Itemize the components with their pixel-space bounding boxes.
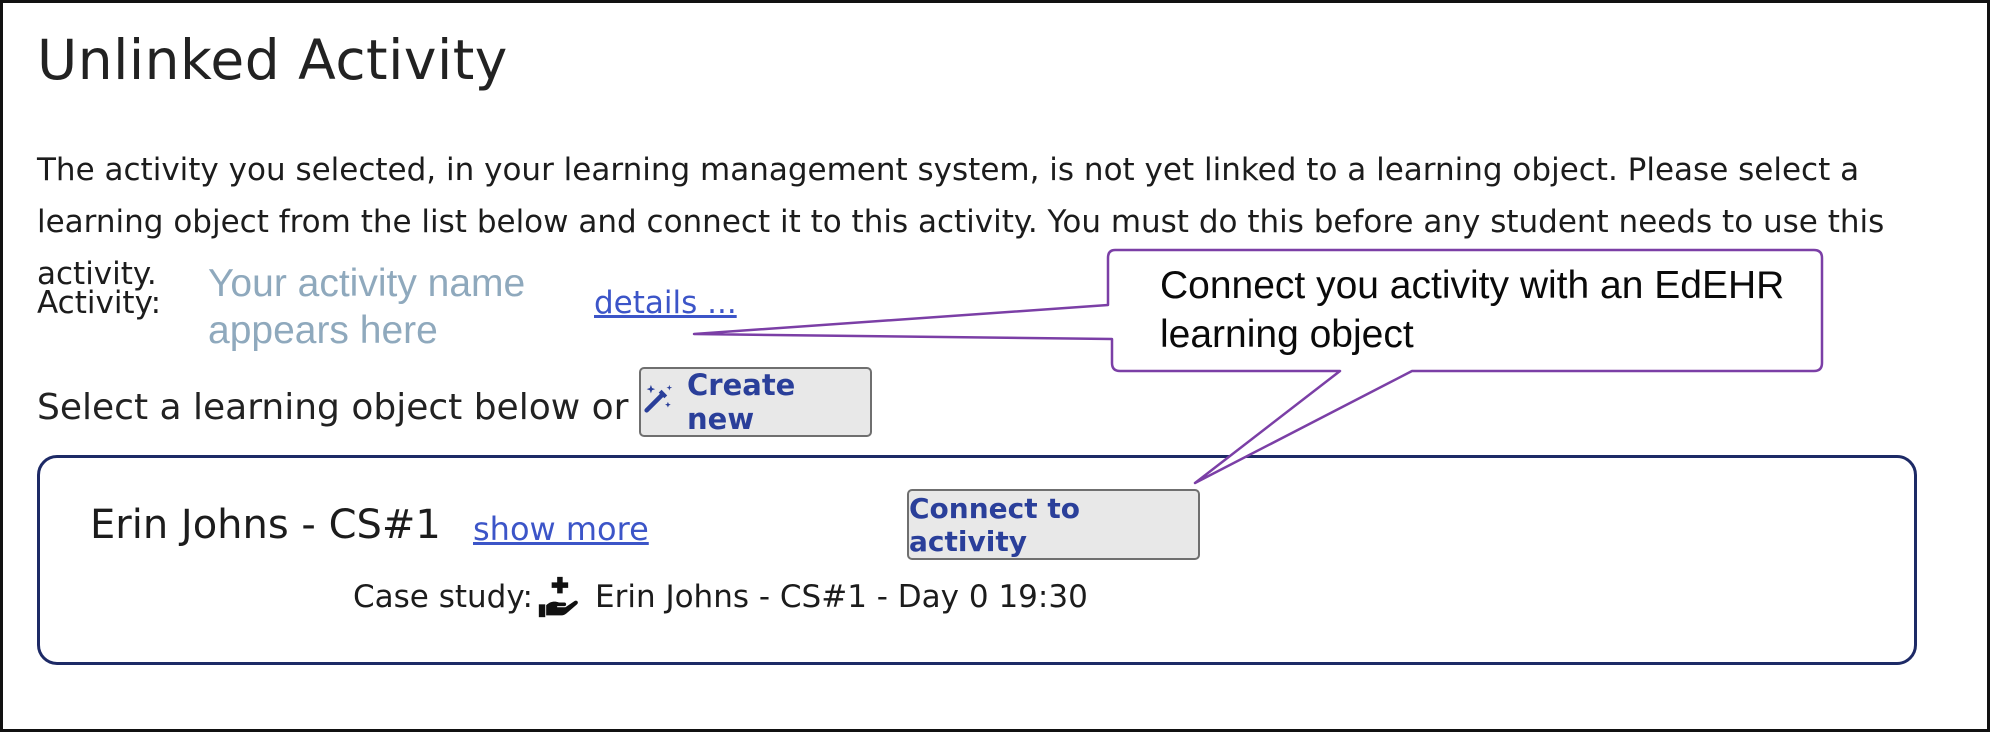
callout-text: Connect you activity with an EdEHR learn… (1160, 264, 1785, 356)
callout-bubble (692, 248, 1824, 485)
